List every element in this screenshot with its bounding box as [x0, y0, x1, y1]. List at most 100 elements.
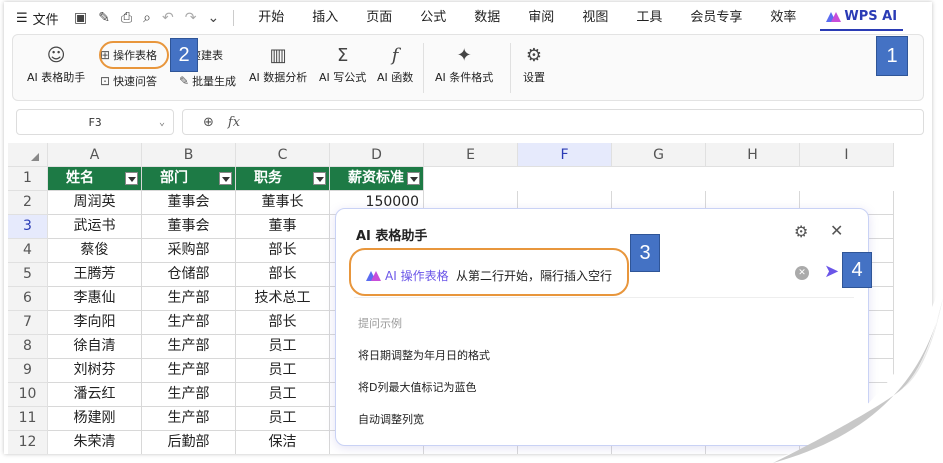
- table-cell[interactable]: 董事会: [142, 191, 236, 215]
- row-header[interactable]: 6: [8, 287, 48, 311]
- send-icon[interactable]: ➤: [824, 261, 839, 282]
- column-header[interactable]: C: [236, 143, 330, 167]
- name-box[interactable]: F3 ⌄: [16, 109, 174, 135]
- zoom-icon[interactable]: ⊕: [203, 115, 214, 130]
- ai-conditional-format-button[interactable]: ✦ AI 条件格式: [435, 43, 493, 85]
- table-cell[interactable]: 董事会: [142, 215, 236, 239]
- table-cell[interactable]: 采购部: [142, 239, 236, 263]
- chevron-down-icon[interactable]: ⌄: [207, 10, 219, 26]
- table-cell[interactable]: 潘云红: [48, 383, 142, 407]
- tab-data[interactable]: 数据: [460, 2, 514, 34]
- column-header[interactable]: F: [518, 143, 612, 167]
- filter-dropdown-icon[interactable]: [313, 172, 326, 185]
- settings-button[interactable]: ⚙ 设置: [523, 43, 545, 85]
- table-cell[interactable]: 李向阳: [48, 311, 142, 335]
- close-icon[interactable]: ✕: [830, 221, 843, 240]
- table-cell[interactable]: 朱荣清: [48, 431, 142, 454]
- row-header[interactable]: 3: [8, 215, 48, 239]
- table-cell[interactable]: 董事: [236, 215, 330, 239]
- table-cell[interactable]: 员工: [236, 359, 330, 383]
- quick-qa-button[interactable]: ⊡ 快速问答: [100, 73, 157, 89]
- table-header-cell[interactable]: 职务: [236, 167, 330, 191]
- tab-review[interactable]: 审阅: [514, 2, 568, 34]
- tab-formula[interactable]: 公式: [406, 2, 460, 34]
- table-cell[interactable]: 生产部: [142, 359, 236, 383]
- row-header[interactable]: 12: [8, 431, 48, 454]
- table-cell[interactable]: 王腾芳: [48, 263, 142, 287]
- tab-insert[interactable]: 插入: [298, 2, 352, 34]
- table-cell[interactable]: 员工: [236, 335, 330, 359]
- table-cell[interactable]: 员工: [236, 407, 330, 431]
- example-item[interactable]: 将D列最大值标记为蓝色: [358, 379, 476, 395]
- fx-icon[interactable]: fx: [228, 115, 240, 130]
- batch-generate-button[interactable]: ✎ 批量生成: [179, 73, 236, 89]
- column-header[interactable]: B: [142, 143, 236, 167]
- tab-home[interactable]: 开始: [244, 2, 298, 34]
- table-cell[interactable]: 刘树芬: [48, 359, 142, 383]
- table-cell[interactable]: 蔡俊: [48, 239, 142, 263]
- undo-icon[interactable]: ↶: [162, 10, 174, 26]
- ai-table-assistant-button[interactable]: ☺ AI 表格助手: [27, 43, 85, 85]
- chevron-down-icon[interactable]: ⌄: [159, 117, 165, 128]
- table-cell[interactable]: 部长: [236, 239, 330, 263]
- formula-input[interactable]: ⊕ fx: [182, 109, 924, 135]
- column-header[interactable]: I: [800, 143, 894, 167]
- row-header[interactable]: 4: [8, 239, 48, 263]
- table-cell[interactable]: 生产部: [142, 383, 236, 407]
- tab-view[interactable]: 视图: [568, 2, 622, 34]
- tab-wps-ai[interactable]: WPS AI: [820, 5, 904, 31]
- table-cell[interactable]: 后勤部: [142, 431, 236, 454]
- column-header[interactable]: D: [330, 143, 424, 167]
- ai-write-formula-button[interactable]: Σ AI 写公式: [319, 43, 366, 85]
- ai-function-button[interactable]: f AI 函数: [377, 43, 413, 85]
- table-header-cell[interactable]: 姓名: [48, 167, 142, 191]
- table-cell[interactable]: 董事长: [236, 191, 330, 215]
- save-icon[interactable]: ▣: [74, 10, 87, 26]
- row-header[interactable]: 5: [8, 263, 48, 287]
- column-header[interactable]: H: [706, 143, 800, 167]
- print-preview-icon[interactable]: ⌕: [143, 10, 151, 26]
- table-cell[interactable]: 杨建刚: [48, 407, 142, 431]
- tab-tools[interactable]: 工具: [622, 2, 676, 34]
- redo-icon[interactable]: ↷: [185, 10, 197, 26]
- table-cell[interactable]: 生产部: [142, 407, 236, 431]
- row-header[interactable]: 8: [8, 335, 48, 359]
- table-cell[interactable]: 部长: [236, 263, 330, 287]
- column-header[interactable]: G: [612, 143, 706, 167]
- row-header[interactable]: 2: [8, 191, 48, 215]
- ai-data-analysis-button[interactable]: ▥ AI 数据分析: [249, 43, 307, 85]
- row-header[interactable]: 10: [8, 383, 48, 407]
- table-header-cell[interactable]: 部门: [142, 167, 236, 191]
- column-header[interactable]: A: [48, 143, 142, 167]
- row-header[interactable]: 7: [8, 311, 48, 335]
- row-header[interactable]: 1: [8, 167, 48, 191]
- table-cell[interactable]: 生产部: [142, 287, 236, 311]
- table-header-cell[interactable]: 薪资标准: [330, 167, 424, 191]
- filter-dropdown-icon[interactable]: [125, 172, 138, 185]
- row-header[interactable]: 9: [8, 359, 48, 383]
- example-item[interactable]: 自动调整列宽: [358, 411, 424, 427]
- table-cell[interactable]: 部长: [236, 311, 330, 335]
- column-header[interactable]: E: [424, 143, 518, 167]
- table-cell[interactable]: 李惠仙: [48, 287, 142, 311]
- table-cell[interactable]: 徐自清: [48, 335, 142, 359]
- tab-page[interactable]: 页面: [352, 2, 406, 34]
- tab-member[interactable]: 会员专享: [676, 2, 756, 34]
- table-cell[interactable]: 武运书: [48, 215, 142, 239]
- table-cell[interactable]: 技术总工: [236, 287, 330, 311]
- example-item[interactable]: 将日期调整为年月日的格式: [358, 347, 490, 363]
- file-menu[interactable]: ☰ 文件: [4, 9, 64, 28]
- table-cell[interactable]: 仓储部: [142, 263, 236, 287]
- table-cell[interactable]: 生产部: [142, 335, 236, 359]
- filter-dropdown-icon[interactable]: [407, 172, 420, 185]
- table-cell[interactable]: 生产部: [142, 311, 236, 335]
- row-header[interactable]: 11: [8, 407, 48, 431]
- table-cell[interactable]: 周润英: [48, 191, 142, 215]
- filter-dropdown-icon[interactable]: [219, 172, 232, 185]
- clear-icon[interactable]: ✕: [795, 266, 809, 280]
- select-all-corner[interactable]: [8, 143, 48, 167]
- table-cell[interactable]: 员工: [236, 383, 330, 407]
- gear-icon[interactable]: ⚙: [794, 222, 808, 241]
- tab-efficiency[interactable]: 效率: [756, 2, 810, 34]
- table-cell[interactable]: 保洁: [236, 431, 330, 454]
